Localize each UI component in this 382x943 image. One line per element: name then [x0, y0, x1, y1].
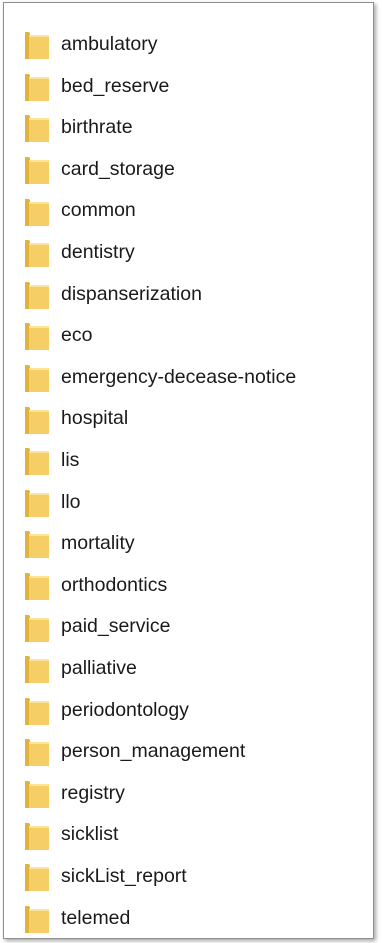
folder-icon	[25, 406, 49, 434]
folder-name: mortality	[61, 532, 135, 555]
folder-item[interactable]: lis	[24, 440, 296, 482]
folder-item[interactable]: palliative	[24, 648, 296, 690]
folder-item[interactable]: bed_reserve	[24, 66, 296, 108]
folder-icon	[25, 822, 49, 850]
folder-item[interactable]: periodontology	[24, 690, 296, 732]
folder-name: registry	[61, 781, 125, 804]
folder-name: common	[61, 199, 136, 222]
folder-icon	[25, 157, 49, 185]
folder-item[interactable]: llo	[24, 482, 296, 524]
folder-name: paid_service	[61, 615, 171, 638]
folder-item[interactable]: card_storage	[24, 149, 296, 191]
folder-icon	[25, 489, 49, 517]
folder-icon	[25, 323, 49, 351]
folder-item[interactable]: orthodontics	[24, 565, 296, 607]
folder-item[interactable]: mortality	[24, 523, 296, 565]
folder-icon	[25, 115, 49, 143]
folder-name: bed_reserve	[61, 74, 170, 97]
folder-icon	[25, 531, 49, 559]
folder-icon	[25, 739, 49, 767]
folder-item[interactable]: telemed	[24, 897, 296, 939]
folder-icon	[25, 198, 49, 226]
folder-name: dentistry	[61, 241, 135, 264]
folder-icon	[25, 697, 49, 725]
folder-name: birthrate	[61, 116, 133, 139]
folder-icon	[25, 240, 49, 268]
folder-name: orthodontics	[61, 573, 168, 596]
folder-list-panel: ambulatory bed_reserve birthrate card_stora…	[3, 2, 374, 939]
folder-name: sickList_report	[61, 864, 187, 887]
folder-list: ambulatory bed_reserve birthrate card_stora…	[24, 24, 296, 939]
folder-item[interactable]: ambulatory	[24, 24, 296, 66]
folder-icon	[25, 32, 49, 60]
folder-item[interactable]: hospital	[24, 398, 296, 440]
folder-name: palliative	[61, 656, 137, 679]
folder-item[interactable]: registry	[24, 773, 296, 815]
folder-name: hospital	[61, 407, 129, 430]
folder-icon	[25, 656, 49, 684]
folder-name: sicklist	[61, 823, 119, 846]
folder-item[interactable]: sickList_report	[24, 856, 296, 898]
folder-name: card_storage	[61, 157, 175, 180]
folder-icon	[25, 780, 49, 808]
folder-name: ambulatory	[61, 33, 158, 56]
folder-name: llo	[61, 490, 81, 513]
folder-item[interactable]: sicklist	[24, 814, 296, 856]
folder-name: emergency-decease-notice	[61, 365, 297, 388]
folder-icon	[25, 365, 49, 393]
folder-name: lis	[61, 448, 80, 471]
folder-icon	[25, 73, 49, 101]
folder-name: dispanserization	[61, 282, 202, 305]
folder-item[interactable]: eco	[24, 315, 296, 357]
folder-name: periodontology	[61, 698, 189, 721]
folder-icon	[25, 573, 49, 601]
folder-name: telemed	[61, 906, 131, 929]
folder-icon	[25, 864, 49, 892]
folder-icon	[25, 905, 49, 933]
folder-item[interactable]: paid_service	[24, 606, 296, 648]
folder-item[interactable]: common	[24, 190, 296, 232]
folder-icon	[25, 614, 49, 642]
folder-name: eco	[61, 324, 93, 347]
folder-icon	[25, 281, 49, 309]
folder-item[interactable]: dentistry	[24, 232, 296, 274]
folder-item[interactable]: emergency-decease-notice	[24, 357, 296, 399]
folder-name: person_management	[61, 740, 246, 763]
folder-icon	[25, 448, 49, 476]
folder-item[interactable]: birthrate	[24, 107, 296, 149]
folder-item[interactable]: dispanserization	[24, 274, 296, 316]
folder-item[interactable]: person_management	[24, 731, 296, 773]
